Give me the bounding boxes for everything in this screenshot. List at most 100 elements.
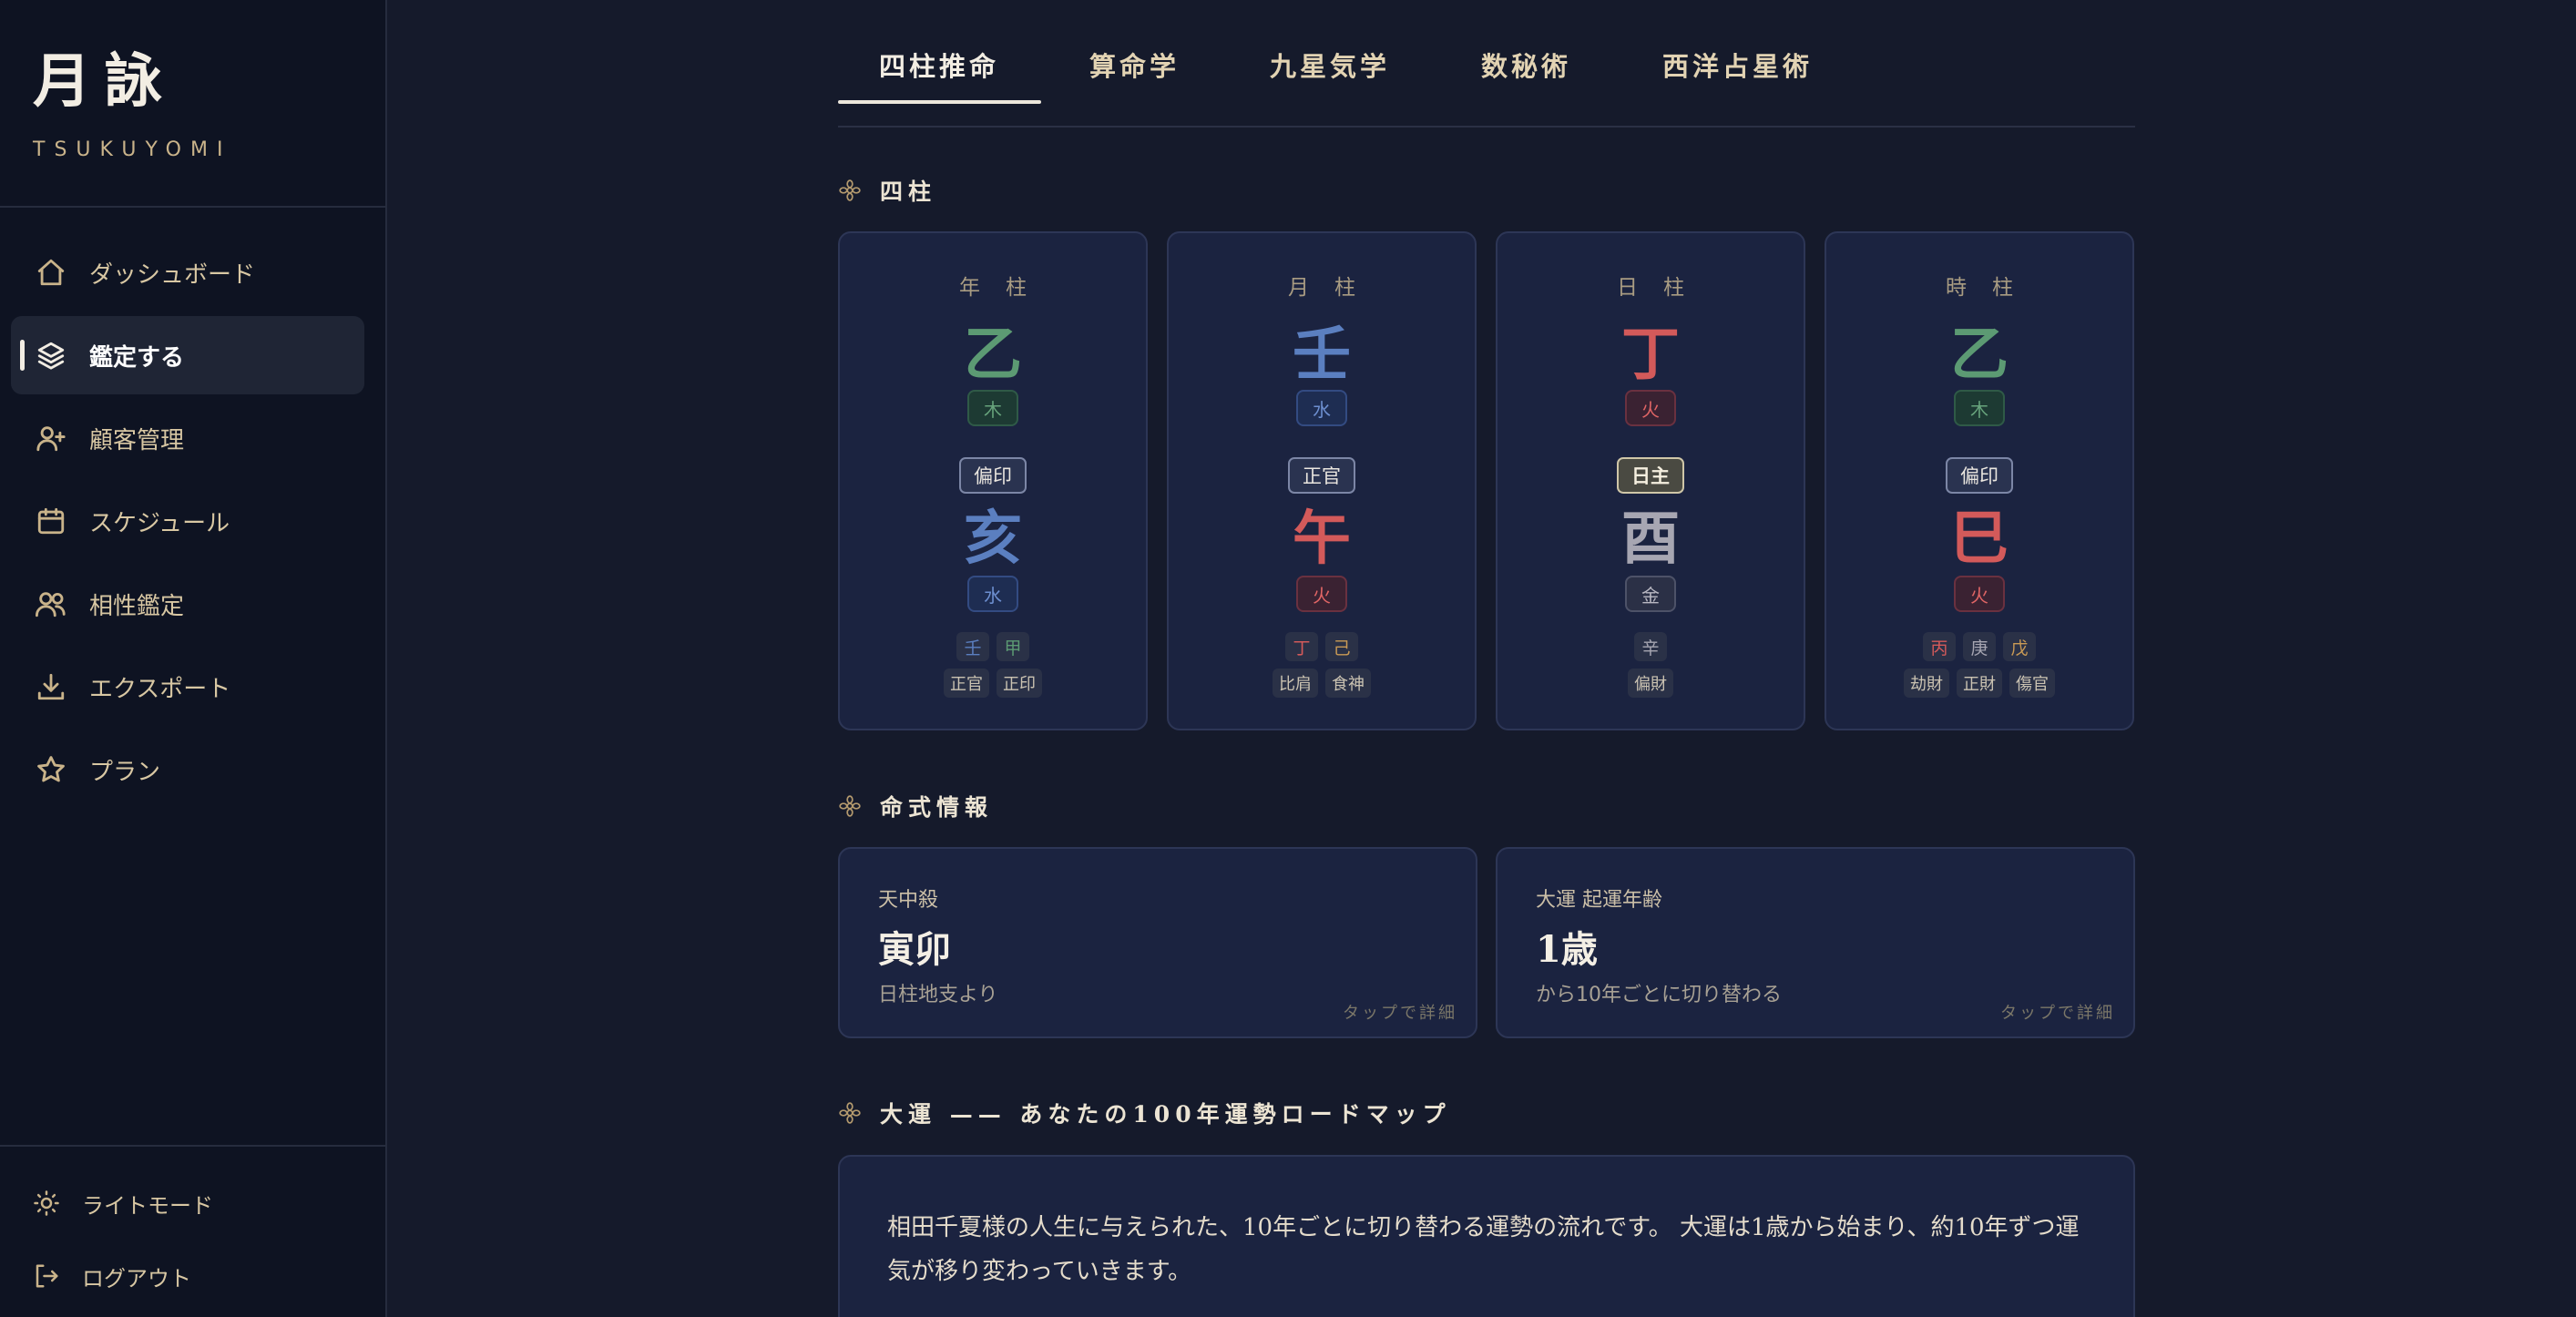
sun-icon <box>33 1189 60 1217</box>
daiun-intro-text: 相田千夏様の人生に与えられた、10年ごとに切り替わる運勢の流れです。 大運は1歳… <box>887 1214 2080 1285</box>
logout-button[interactable]: ログアウト <box>33 1249 191 1303</box>
heavenly-stem: 壬 <box>1293 321 1351 389</box>
sidebar-item-reading[interactable]: 鑑定する <box>11 316 364 394</box>
light-mode-toggle[interactable]: ライトモード <box>33 1176 213 1230</box>
pillar-label: 月柱 <box>1288 276 1381 300</box>
hidden-stems: 丙 庚 戊 <box>1826 632 2132 661</box>
hidden-stem-chip: 己 <box>1325 632 1358 661</box>
element-badge: 火 <box>1296 576 1347 612</box>
hidden-stems: 丁 己 <box>1169 632 1475 661</box>
sidebar-item-label: 顧客管理 <box>89 426 185 454</box>
day-master-badge: 日主 <box>1617 457 1684 494</box>
element-badge: 木 <box>1954 390 2005 426</box>
ten-god-badge: 正官 <box>1288 457 1355 494</box>
light-mode-label: ライトモード <box>82 1192 213 1219</box>
sidebar-item-label: 鑑定する <box>89 343 185 372</box>
hidden-stem-chip: 甲 <box>997 632 1029 661</box>
sidebar-item-label: 相性鑑定 <box>89 592 185 620</box>
pillar-month[interactable]: 月柱 壬 水 正官 午 火 丁 己 比肩 食神 <box>1167 231 1477 730</box>
info-card-value: 寅卯 <box>878 928 951 971</box>
element-badge: 火 <box>1625 390 1676 426</box>
sidebar-item-label: エクスポート <box>89 675 231 703</box>
info-card-subtext: から10年ごとに切り替わる <box>1536 984 1782 1006</box>
sidebar-nav: ダッシュボード 鑑定する 顧客管理 スケジュール 相性鑑定 エクスポート プラン <box>11 233 364 813</box>
logout-icon <box>33 1262 60 1290</box>
flower-icon <box>838 1101 862 1125</box>
pillar-hour[interactable]: 時柱 乙 木 偏印 巳 火 丙 庚 戊 劫財 正財 傷官 <box>1825 231 2134 730</box>
hidden-god-chip: 偏財 <box>1628 669 1673 698</box>
hidden-stems: 壬 甲 <box>840 632 1146 661</box>
tab-western-astrology[interactable]: 西洋占星術 <box>1662 46 1813 95</box>
info-card-subtext: 日柱地支より <box>878 984 998 1006</box>
hidden-god-chip: 比肩 <box>1273 669 1318 698</box>
flower-icon <box>838 179 862 202</box>
calendar-icon <box>35 505 67 537</box>
heavenly-stem: 丁 <box>1621 321 1680 389</box>
sidebar-bottom-divider <box>0 1145 387 1147</box>
hidden-gods: 劫財 正財 傷官 <box>1826 669 2132 698</box>
hidden-stem-chip: 辛 <box>1634 632 1667 661</box>
pillar-label: 時柱 <box>1946 276 2039 300</box>
hidden-god-chip: 正印 <box>997 669 1042 698</box>
section-title-text: 大運 —— あなたの100年運勢ロードマップ <box>880 1101 1451 1128</box>
earthly-branch: 巳 <box>1950 505 2009 573</box>
hidden-god-chip: 傷官 <box>2009 669 2055 698</box>
ten-god-badge: 偏印 <box>959 457 1027 494</box>
section-title-text: 四柱 <box>880 179 937 205</box>
hidden-gods: 比肩 食神 <box>1169 669 1475 698</box>
earthly-branch: 酉 <box>1621 505 1680 573</box>
pillar-label: 年柱 <box>959 276 1052 300</box>
hidden-gods: 偏財 <box>1498 669 1804 698</box>
info-card-tenchusatsu[interactable]: 天中殺 寅卯 日柱地支より タップで詳細 <box>838 847 1477 1038</box>
tab-kyusei-kigaku[interactable]: 九星気学 <box>1270 46 1390 95</box>
hidden-stems: 辛 <box>1498 632 1804 661</box>
tab-shichuu-suimei[interactable]: 四柱推命 <box>879 46 999 95</box>
four-pillars: 年柱 乙 木 偏印 亥 水 壬 甲 正官 正印 月柱 壬 水 正官 午 火 丁 <box>838 231 2135 730</box>
element-badge: 火 <box>1954 576 2005 612</box>
pillar-year[interactable]: 年柱 乙 木 偏印 亥 水 壬 甲 正官 正印 <box>838 231 1148 730</box>
sidebar-item-plan[interactable]: プラン <box>11 730 364 809</box>
brand-subtitle: TSUKUYOMI <box>33 138 232 161</box>
element-badge: 水 <box>1296 390 1347 426</box>
tap-for-details-hint: タップで詳細 <box>1343 1004 1457 1023</box>
sidebar-item-schedule[interactable]: スケジュール <box>11 482 364 560</box>
pillar-day[interactable]: 日柱 丁 火 日主 酉 金 辛 偏財 <box>1496 231 1805 730</box>
section-title-daiun: 大運 —— あなたの100年運勢ロードマップ <box>838 1095 1451 1131</box>
hidden-god-chip: 正財 <box>1957 669 2002 698</box>
info-card-label: 大運 起運年齢 <box>1536 889 1662 912</box>
hidden-gods: 正官 正印 <box>840 669 1146 698</box>
sidebar-item-export[interactable]: エクスポート <box>11 648 364 726</box>
brand: 月詠 TSUKUYOMI <box>33 46 231 161</box>
daiun-roadmap-card: 相田千夏様の人生に与えられた、10年ごとに切り替わる運勢の流れです。 大運は1歳… <box>838 1155 2135 1317</box>
hidden-stem-chip: 丙 <box>1923 632 1956 661</box>
sidebar-item-label: ダッシュボード <box>89 260 256 289</box>
sidebar-item-label: スケジュール <box>89 509 230 537</box>
hidden-god-chip: 劫財 <box>1904 669 1949 698</box>
star-icon <box>35 753 67 786</box>
sidebar-item-compatibility[interactable]: 相性鑑定 <box>11 565 364 643</box>
home-icon <box>35 256 67 289</box>
sidebar-item-label: プラン <box>89 758 161 786</box>
hidden-god-chip: 食神 <box>1325 669 1371 698</box>
info-card-label: 天中殺 <box>878 889 939 912</box>
info-card-value: 1歳 <box>1536 928 1598 971</box>
hidden-stem-chip: 壬 <box>956 632 989 661</box>
tab-numerology[interactable]: 数秘術 <box>1481 46 1571 95</box>
element-badge: 水 <box>967 576 1018 612</box>
section-title-pillars: 四柱 <box>838 172 936 209</box>
layers-icon <box>35 339 67 372</box>
sidebar-divider <box>0 206 387 208</box>
section-title-info: 命式情報 <box>838 788 993 824</box>
hidden-stem-chip: 戊 <box>2003 632 2036 661</box>
ten-god-badge: 偏印 <box>1946 457 2013 494</box>
tab-sanmeigaku[interactable]: 算命学 <box>1089 46 1180 95</box>
brand-title: 月詠 <box>33 47 175 116</box>
sidebar-item-clients[interactable]: 顧客管理 <box>11 399 364 477</box>
sidebar-item-dashboard[interactable]: ダッシュボード <box>11 233 364 311</box>
section-title-text: 命式情報 <box>880 794 994 821</box>
tap-for-details-hint: タップで詳細 <box>2000 1004 2115 1023</box>
info-card-daiun-start-age[interactable]: 大運 起運年齢 1歳 から10年ごとに切り替わる タップで詳細 <box>1496 847 2135 1038</box>
logout-label: ログアウト <box>82 1265 191 1291</box>
element-badge: 木 <box>967 390 1018 426</box>
heavenly-stem: 乙 <box>964 321 1022 389</box>
